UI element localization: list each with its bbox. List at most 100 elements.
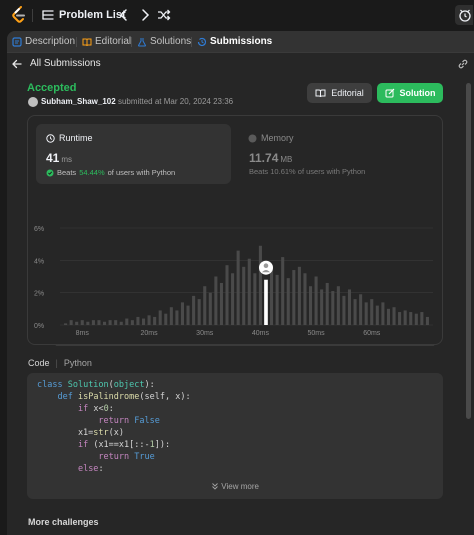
- solution-button[interactable]: Solution: [377, 83, 443, 103]
- user-avatar[interactable]: [28, 97, 38, 107]
- chart-bar: [186, 305, 190, 325]
- tab-submissions[interactable]: Submissions: [197, 36, 272, 47]
- code-viewer[interactable]: class Solution(object): def isPalindrome…: [27, 373, 443, 499]
- chart-bar: [381, 302, 385, 325]
- tab-editorial[interactable]: Editorial: [82, 36, 131, 47]
- chart-bar: [253, 273, 257, 325]
- panel-scrollbar[interactable]: [466, 83, 471, 419]
- chart-bar: [247, 258, 251, 325]
- chart-bar: [420, 312, 424, 325]
- chevron-right-icon[interactable]: [139, 8, 151, 22]
- chart-bar: [236, 250, 240, 325]
- chart-bar: [169, 307, 173, 325]
- chart-bar: [141, 318, 146, 325]
- chart-bar: [320, 289, 324, 325]
- chart-bar: [353, 299, 357, 325]
- chart-bar: [147, 315, 151, 325]
- problem-list-link[interactable]: Problem List: [59, 9, 126, 21]
- chart-bar: [398, 312, 402, 325]
- chart-bar: [158, 310, 162, 325]
- chart-bar: [331, 291, 335, 325]
- chart-bar: [314, 276, 318, 325]
- editorial-button-label: Editorial: [331, 88, 364, 98]
- chart-y-ticks: 6% 4% 2% 0%: [34, 226, 44, 330]
- chart-bar: [364, 302, 368, 325]
- y-tick-label: 0%: [34, 323, 44, 330]
- chart-bar: [69, 320, 73, 325]
- chart-bar: [91, 320, 95, 325]
- x-tick-label: 50ms: [308, 330, 326, 337]
- chart-bar: [231, 273, 235, 325]
- chart-bar: [342, 295, 346, 325]
- submitter-username[interactable]: Subham_Shaw_102: [41, 97, 116, 106]
- chart-bar: [359, 294, 363, 325]
- top-navbar: Problem List: [0, 0, 474, 30]
- chart-bar: [219, 282, 223, 325]
- submission-status: Accepted: [27, 82, 77, 94]
- more-challenges-heading: More challenges: [28, 517, 99, 527]
- tab-submissions-label: Submissions: [210, 36, 273, 47]
- chart-bar: [103, 321, 107, 325]
- chart-bar: [375, 305, 379, 325]
- chart-bar: [392, 307, 396, 325]
- chart-bar: [125, 318, 129, 325]
- tab-editorial-label: Editorial: [95, 36, 132, 47]
- tab-description-label: Description: [25, 36, 76, 47]
- chart-bar: [414, 313, 418, 325]
- range-selector[interactable]: [55, 344, 435, 346]
- all-submissions-link[interactable]: All Submissions: [30, 58, 101, 69]
- tab-separator: [131, 37, 132, 47]
- chart-bar: [425, 316, 429, 325]
- tab-separator: [191, 37, 192, 47]
- solution-button-label: Solution: [399, 88, 436, 98]
- y-tick-label: 4%: [34, 258, 44, 265]
- chart-bar: [75, 321, 79, 325]
- problem-list-icon[interactable]: [42, 8, 54, 22]
- editorial-button[interactable]: Editorial: [307, 83, 372, 103]
- submission-panel: Description Editorial Solutions Submissi…: [7, 31, 474, 535]
- chart-bar: [347, 289, 352, 325]
- chart-bar: [130, 320, 134, 325]
- runtime-distribution-chart[interactable]: 6% 4% 2% 0% 8ms 20ms 30ms 40ms 50ms 60ms 8ms 20ms…: [28, 116, 444, 346]
- chart-bar: [409, 312, 413, 325]
- chart-bar: [403, 310, 407, 325]
- chart-bar: [136, 316, 140, 325]
- chart-bar: [153, 316, 157, 325]
- chart-bar: [64, 323, 68, 325]
- chart-bar: [175, 310, 179, 325]
- chart-bar: [86, 321, 90, 325]
- code-tab-label[interactable]: Code: [28, 358, 50, 368]
- x-tick-label: 30ms: [196, 330, 214, 337]
- x-tick-label: 20ms: [141, 330, 159, 337]
- code-language: Python: [63, 358, 92, 368]
- chart-bar: [281, 257, 285, 325]
- x-tick-label: 40ms: [252, 330, 270, 337]
- shuffle-icon[interactable]: [157, 8, 171, 22]
- tab-solutions[interactable]: Solutions: [137, 36, 191, 47]
- chart-bar: [325, 282, 329, 325]
- chart-bar: [80, 320, 84, 325]
- performance-stats: Runtime 41 ms Beats 54.44% of users with …: [27, 115, 444, 346]
- chevron-left-icon[interactable]: [118, 8, 130, 22]
- chart-bar: [225, 265, 229, 325]
- chart-bar: [286, 278, 290, 325]
- chart-bar: [164, 313, 168, 325]
- timer-button[interactable]: [455, 5, 473, 25]
- y-tick-label: 2%: [34, 291, 44, 298]
- tab-description[interactable]: Description: [12, 36, 75, 47]
- tab-solutions-label: Solutions: [150, 36, 192, 47]
- submitter-info: Subham_Shaw_102 submitted at Mar 20, 202…: [41, 97, 233, 106]
- chart-bar: [180, 302, 185, 325]
- user-marker-head: [263, 263, 269, 269]
- x-tick-label: 8ms: [76, 330, 90, 337]
- arrow-left-icon[interactable]: [11, 58, 23, 70]
- code-header: Code | Python: [28, 358, 92, 368]
- chart-bar: [292, 270, 296, 325]
- chart-bar: [208, 292, 212, 325]
- view-more-button[interactable]: View more: [27, 482, 443, 491]
- share-link-icon[interactable]: [457, 58, 469, 70]
- leetcode-logo-icon[interactable]: [11, 6, 27, 24]
- chart-x-ticks: 8ms 20ms 30ms 40ms 50ms 60ms: [76, 330, 381, 337]
- chart-bar: [336, 286, 340, 325]
- chart-bar: [297, 266, 301, 325]
